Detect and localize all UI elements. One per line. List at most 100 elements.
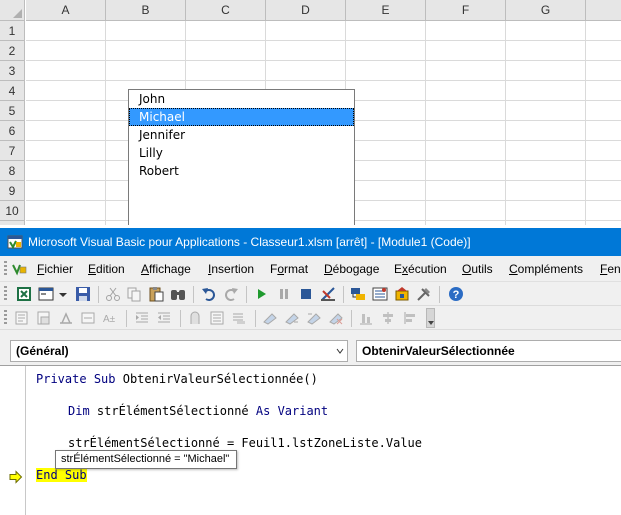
insert-userform-icon[interactable] [38, 286, 54, 302]
row-header-10[interactable]: 10 [0, 201, 25, 221]
find-icon[interactable] [170, 286, 186, 302]
cell[interactable] [506, 221, 586, 225]
previous-bookmark-icon[interactable] [306, 310, 322, 326]
column-header-b[interactable]: B [106, 0, 186, 21]
column-header-g[interactable]: G [506, 0, 586, 21]
cell[interactable] [506, 21, 586, 41]
menu-affichage[interactable]: Affichage [141, 256, 191, 281]
cell[interactable] [586, 201, 621, 221]
cell[interactable] [106, 61, 186, 81]
cell[interactable] [186, 61, 266, 81]
align-center-icon[interactable] [380, 310, 396, 326]
cell[interactable] [426, 221, 506, 225]
menu-execution[interactable]: Exécution [394, 256, 447, 281]
cell[interactable] [426, 201, 506, 221]
cell[interactable] [186, 41, 266, 61]
menu-insertion[interactable]: Insertion [208, 256, 254, 281]
cell[interactable] [426, 121, 506, 141]
cell[interactable] [346, 21, 426, 41]
menu-format[interactable]: Format [270, 256, 308, 281]
cell[interactable] [26, 161, 106, 181]
column-header-c[interactable]: C [186, 0, 266, 21]
list-item-jennifer[interactable]: Jennifer [129, 126, 354, 144]
cell[interactable] [346, 81, 426, 101]
toolbar-options-icon[interactable] [426, 308, 435, 328]
cell[interactable] [266, 41, 346, 61]
indent-icon[interactable] [134, 310, 150, 326]
cell[interactable] [506, 161, 586, 181]
cell[interactable] [346, 61, 426, 81]
cell[interactable] [26, 181, 106, 201]
run-icon[interactable] [254, 286, 270, 302]
cell[interactable] [506, 121, 586, 141]
toolbar-grip-icon[interactable] [4, 310, 7, 326]
list-item-john[interactable]: John [129, 90, 354, 108]
cell[interactable] [586, 221, 621, 225]
cell[interactable] [346, 41, 426, 61]
cell[interactable] [426, 81, 506, 101]
redo-icon[interactable] [223, 286, 239, 302]
cell[interactable] [26, 201, 106, 221]
cell[interactable] [26, 121, 106, 141]
row-header-7[interactable]: 7 [0, 141, 25, 161]
cell[interactable] [586, 121, 621, 141]
listbox-control[interactable]: John Michael Jennifer Lilly Robert [128, 89, 355, 225]
code-editor[interactable]: Private Sub ObtenirValeurSélectionnée() … [0, 365, 621, 515]
cell[interactable] [506, 61, 586, 81]
list-properties-icon[interactable] [14, 310, 30, 326]
cell[interactable] [26, 141, 106, 161]
paste-icon[interactable] [148, 286, 164, 302]
row-header-3[interactable]: 3 [0, 61, 25, 81]
code-line-1[interactable]: Private Sub ObtenirValeurSélectionnée() [36, 371, 318, 387]
menu-outils[interactable]: Outils [462, 256, 493, 281]
row-header-8[interactable]: 8 [0, 161, 25, 181]
cell[interactable] [26, 221, 106, 225]
cell[interactable] [346, 141, 426, 161]
cell[interactable] [586, 161, 621, 181]
cell[interactable] [346, 221, 426, 225]
menu-fichier[interactable]: Fichier [37, 256, 73, 281]
cell[interactable] [426, 101, 506, 121]
save-icon[interactable] [75, 286, 91, 302]
undo-icon[interactable] [201, 286, 217, 302]
menu-debogage[interactable]: Débogage [324, 256, 379, 281]
align-bottom-icon[interactable] [358, 310, 374, 326]
row-header-4[interactable]: 4 [0, 81, 25, 101]
cell[interactable] [426, 41, 506, 61]
column-header-h[interactable] [586, 0, 621, 21]
menu-fenetre[interactable]: Fene [600, 256, 621, 281]
list-constants-icon[interactable] [36, 310, 52, 326]
parameter-info-icon[interactable] [80, 310, 96, 326]
row-header-9[interactable]: 9 [0, 181, 25, 201]
cell[interactable] [106, 41, 186, 61]
row-header-6[interactable]: 6 [0, 121, 25, 141]
row-header-2[interactable]: 2 [0, 41, 25, 61]
cell[interactable] [426, 21, 506, 41]
cell[interactable] [506, 181, 586, 201]
cell[interactable] [26, 81, 106, 101]
cell[interactable] [346, 121, 426, 141]
cell[interactable] [426, 181, 506, 201]
cell[interactable] [506, 141, 586, 161]
row-header-5[interactable]: 5 [0, 101, 25, 121]
object-browser-icon[interactable] [394, 286, 410, 302]
complete-word-icon[interactable]: A± [102, 310, 118, 326]
menu-complements[interactable]: Compléments [509, 256, 583, 281]
cell[interactable] [426, 161, 506, 181]
cell[interactable] [106, 21, 186, 41]
outdent-icon[interactable] [156, 310, 172, 326]
cell[interactable] [426, 141, 506, 161]
cell[interactable] [346, 201, 426, 221]
column-header-e[interactable]: E [346, 0, 426, 21]
list-item-michael-selected[interactable]: Michael [129, 108, 354, 126]
toggle-bookmark-icon[interactable] [262, 310, 278, 326]
row-header-1[interactable]: 1 [0, 21, 25, 41]
list-item-robert[interactable]: Robert [129, 162, 354, 180]
cell[interactable] [586, 181, 621, 201]
cell[interactable] [506, 41, 586, 61]
toggle-breakpoint-icon[interactable] [187, 310, 203, 326]
cut-icon[interactable] [105, 286, 121, 302]
cell[interactable] [506, 201, 586, 221]
menu-edition[interactable]: Edition [88, 256, 125, 281]
excel-view-icon[interactable] [16, 286, 32, 302]
